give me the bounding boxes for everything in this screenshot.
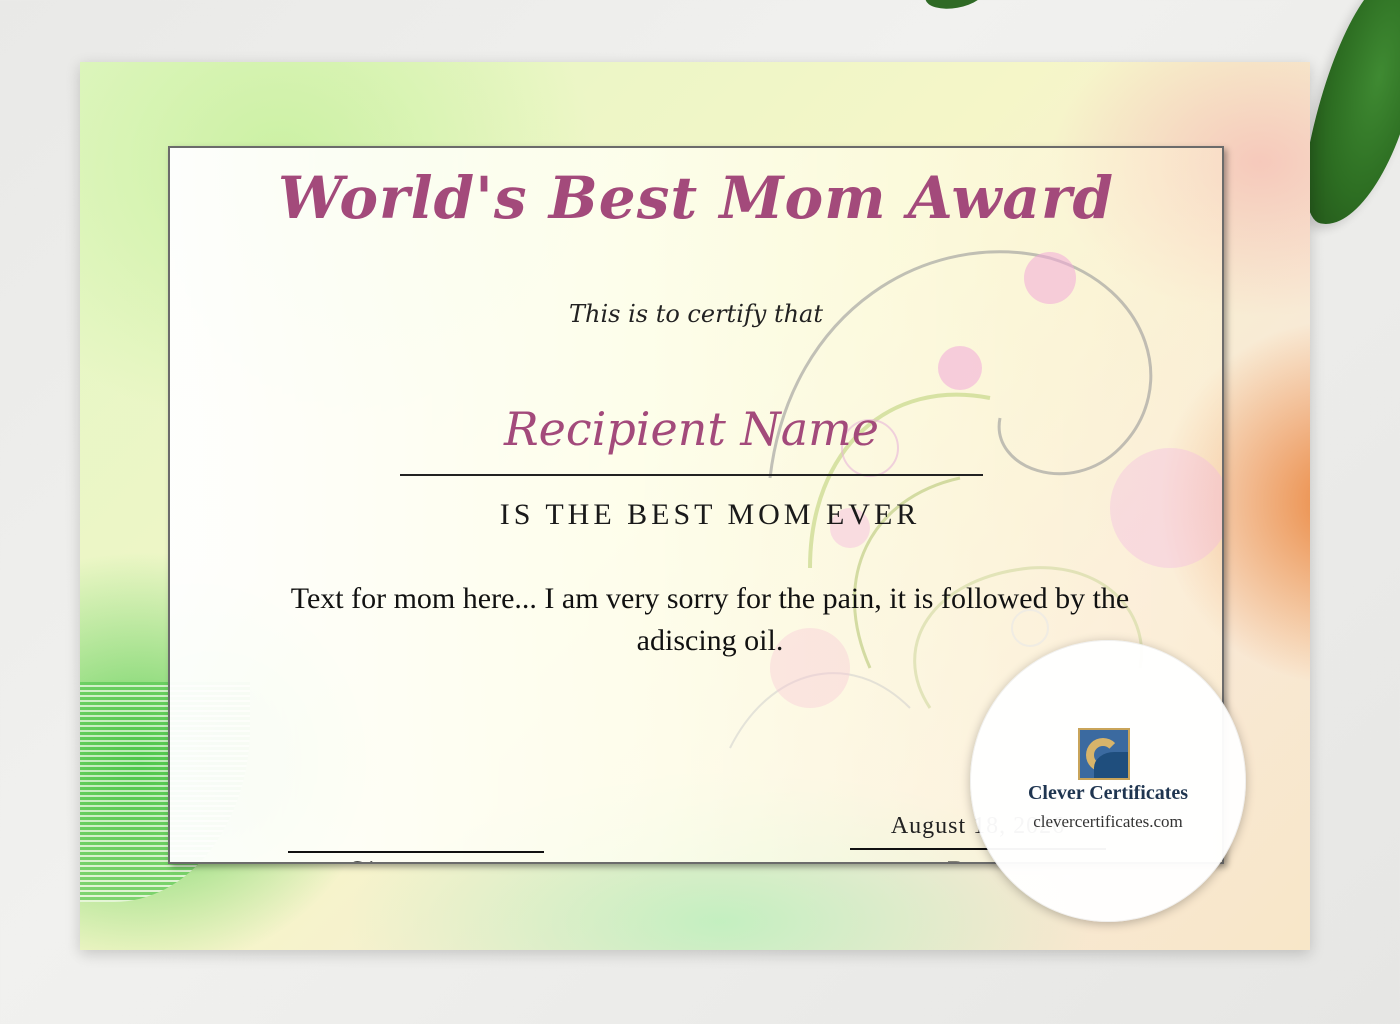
certify-intro: This is to certify that [569, 300, 823, 328]
leaf-decoration [923, 0, 987, 13]
certificate-title: World's Best Mom Award [277, 164, 1115, 232]
certificate-subtitle: IS THE BEST MOM EVER [499, 498, 921, 531]
brand-name: Clever Certificates [1027, 782, 1189, 804]
signature-label: Signature [288, 856, 544, 862]
recipient-name: Recipient Name [504, 402, 879, 456]
signature-line [288, 851, 544, 853]
recipient-underline [400, 474, 983, 476]
certificate-message: Text for mom here... I am very sorry for… [290, 582, 1130, 657]
clever-certificates-logo-icon [1080, 730, 1128, 778]
watermark-badge: Clever Certificates clevercertificates.c… [970, 640, 1246, 922]
brand-url: clevercertificates.com [1033, 812, 1183, 831]
